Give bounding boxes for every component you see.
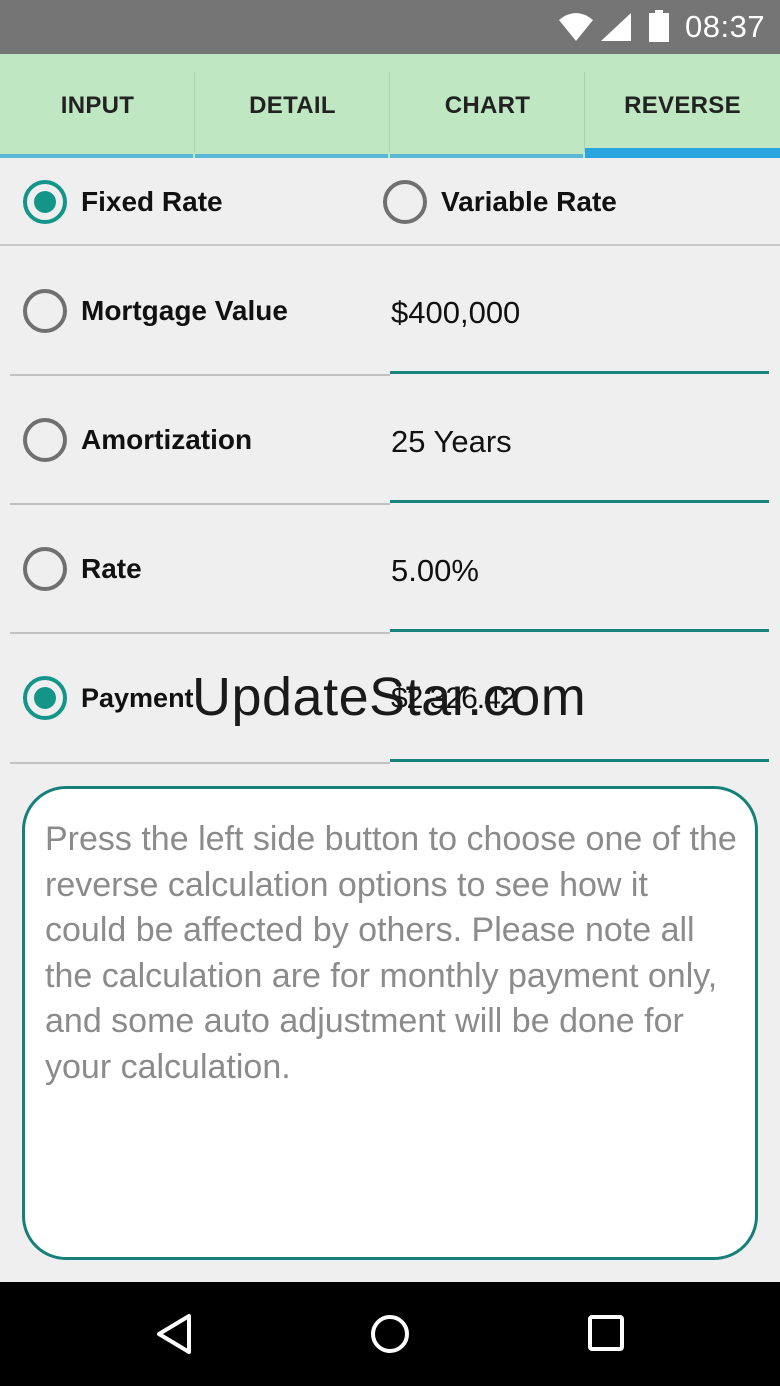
mortgage-value-label[interactable]: Mortgage Value (81, 295, 288, 327)
tab-detail-label: DETAIL (249, 92, 336, 119)
tab-chart-label: CHART (444, 92, 531, 119)
rate-label[interactable]: Rate (81, 553, 142, 585)
rate-type-group: Fixed Rate Variable Rate (0, 158, 780, 246)
fixed-rate-label[interactable]: Fixed Rate (81, 186, 223, 218)
status-time: 08:37 (685, 9, 766, 44)
row-divider (10, 374, 390, 376)
watermark: UpdateStar.com (192, 667, 587, 727)
rate-underline (390, 629, 769, 632)
tab-reverse-label: REVERSE (624, 92, 741, 119)
amortization-field[interactable]: 25 Years (391, 424, 512, 460)
rate-field[interactable]: 5.00% (391, 553, 479, 589)
fixed-rate-radio[interactable] (23, 180, 67, 224)
wifi-icon (559, 13, 593, 41)
signal-icon (601, 13, 631, 41)
tab-input[interactable]: INPUT (0, 54, 195, 158)
rate-radio[interactable] (23, 547, 67, 591)
mortgage-value-field[interactable]: $400,000 (391, 295, 520, 331)
recents-icon[interactable] (585, 1312, 629, 1356)
mortgage-value-radio[interactable] (23, 289, 67, 333)
tab-input-label: INPUT (60, 92, 135, 119)
amortization-radio[interactable] (23, 418, 67, 462)
payment-underline (390, 759, 769, 762)
back-icon[interactable] (153, 1312, 197, 1356)
payment-label[interactable]: Payment (81, 683, 194, 714)
battery-icon (649, 10, 669, 42)
tab-detail[interactable]: DETAIL (195, 54, 390, 158)
row-divider (10, 503, 390, 505)
amortization-label[interactable]: Amortization (81, 424, 252, 456)
variable-rate-label[interactable]: Variable Rate (441, 186, 617, 218)
payment-radio[interactable] (23, 676, 67, 720)
amortization-underline (390, 500, 769, 503)
variable-rate-radio[interactable] (383, 180, 427, 224)
home-icon[interactable] (368, 1312, 412, 1356)
tab-chart[interactable]: CHART (390, 54, 585, 158)
mortgage-value-underline (390, 371, 769, 374)
tab-bar: INPUT DETAIL CHART REVERSE (0, 54, 780, 158)
info-text: Press the left side button to choose one… (45, 820, 737, 1086)
tab-reverse[interactable]: REVERSE (585, 54, 780, 158)
status-bar: 08:37 (0, 0, 780, 54)
row-divider (10, 762, 390, 764)
row-divider (10, 632, 390, 634)
tab-active-indicator (585, 148, 780, 158)
info-box: Press the left side button to choose one… (22, 786, 758, 1260)
navigation-bar (0, 1282, 780, 1386)
